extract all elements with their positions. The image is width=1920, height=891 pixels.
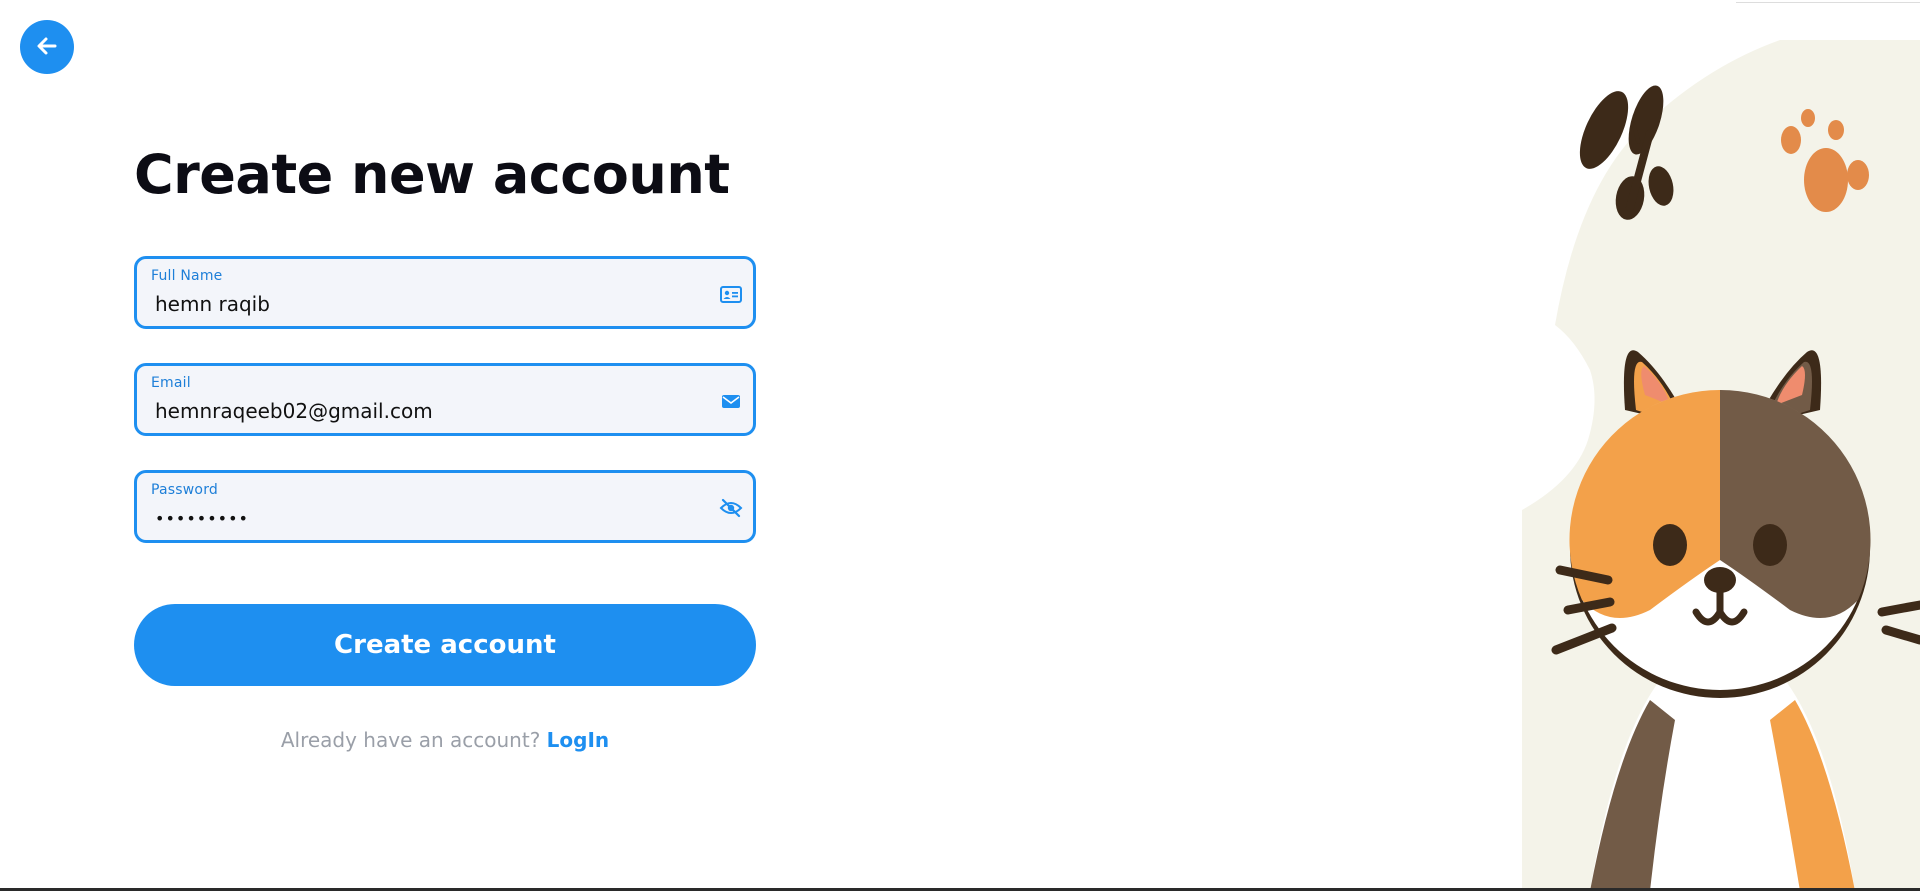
login-link[interactable]: LogIn — [547, 728, 609, 752]
back-button[interactable] — [20, 20, 74, 74]
login-prompt: Already have an account? LogIn — [134, 728, 756, 752]
envelope-icon — [719, 390, 743, 412]
full-name-field[interactable]: Full Name — [134, 256, 756, 329]
eye-slash-icon[interactable] — [719, 497, 743, 519]
password-label: Password — [151, 482, 218, 498]
id-card-icon — [719, 283, 743, 305]
cat-illustration — [1520, 40, 1920, 891]
password-input[interactable] — [155, 503, 695, 533]
arrow-left-icon — [34, 33, 60, 62]
top-divider — [1736, 2, 1920, 3]
password-field[interactable]: Password — [134, 470, 756, 543]
signup-page: Create new account Full Name Email Passw — [0, 0, 1920, 891]
full-name-label: Full Name — [151, 268, 223, 284]
page-title: Create new account — [134, 143, 730, 206]
email-field[interactable]: Email — [134, 363, 756, 436]
login-prompt-text: Already have an account? — [280, 728, 541, 752]
create-account-button[interactable]: Create account — [134, 604, 756, 686]
email-input[interactable] — [155, 396, 695, 426]
email-label: Email — [151, 375, 191, 391]
full-name-input[interactable] — [155, 289, 695, 319]
